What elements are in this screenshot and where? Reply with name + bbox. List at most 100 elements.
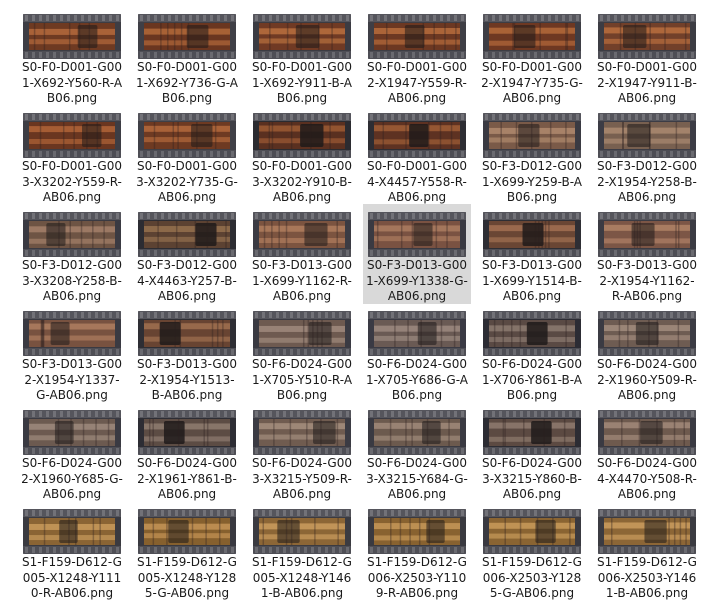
- file-name-label: S0-F6-D024-G003-X3215-Y860-B-AB06.png: [482, 456, 582, 501]
- image-thumbnail-icon: [368, 14, 466, 59]
- file-name-label: S1-F159-D612-G005-X1248-Y1110-R-AB06.png: [22, 555, 122, 600]
- file-item[interactable]: S0-F0-D001-G002-X1947-Y559-R-AB06.png: [363, 6, 471, 106]
- image-thumbnail-icon: [23, 509, 121, 554]
- image-thumbnail-icon: [23, 14, 121, 59]
- file-name-label: S0-F0-D001-G004-X4457-Y558-R-AB06.png: [367, 159, 467, 204]
- file-name-label: S0-F3-D013-G001-X699-Y1338-G-AB06.png: [366, 258, 468, 303]
- image-thumbnail-icon: [138, 311, 236, 356]
- file-name-label: S0-F3-D013-G001-X699-Y1162-R-AB06.png: [252, 258, 352, 303]
- image-thumbnail-icon: [483, 14, 581, 59]
- image-thumbnail-icon: [23, 212, 121, 257]
- file-name-label: S0-F0-D001-G002-X1947-Y735-G-AB06.png: [481, 60, 583, 105]
- image-thumbnail-icon: [138, 509, 236, 554]
- file-item[interactable]: S0-F6-D024-G002-X1960-Y509-R-AB06.png: [593, 303, 701, 403]
- file-name-label: S0-F6-D024-G001-X706-Y861-B-AB06.png: [481, 357, 583, 402]
- file-name-label: S1-F159-D612-G006-X2503-Y1109-R-AB06.png: [367, 555, 467, 600]
- file-name-label: S0-F3-D013-G002-X1954-Y1162-R-AB06.png: [597, 258, 697, 303]
- file-item[interactable]: S0-F6-D024-G002-X1960-Y685-G-AB06.png: [18, 402, 126, 502]
- file-name-label: S0-F0-D001-G002-X1947-Y911-B-AB06.png: [597, 60, 697, 105]
- file-item[interactable]: S1-F159-D612-G006-X2503-Y1461-B-AB06.png: [593, 501, 701, 601]
- image-thumbnail-icon: [598, 509, 696, 554]
- file-name-label: S0-F3-D012-G001-X699-Y259-B-AB06.png: [481, 159, 583, 204]
- image-thumbnail-icon: [598, 410, 696, 455]
- image-thumbnail-icon: [138, 410, 236, 455]
- file-item[interactable]: S0-F3-D013-G001-X699-Y1514-B-AB06.png: [478, 204, 586, 304]
- image-thumbnail-icon: [253, 14, 351, 59]
- file-name-label: S1-F159-D612-G005-X1248-Y1285-G-AB06.png: [137, 555, 237, 600]
- file-name-label: S0-F3-D013-G002-X1954-Y1337-G-AB06.png: [22, 357, 122, 402]
- file-item[interactable]: S0-F3-D013-G002-X1954-Y1162-R-AB06.png: [593, 204, 701, 304]
- file-name-label: S0-F3-D013-G002-X1954-Y1513-B-AB06.png: [137, 357, 237, 402]
- file-item[interactable]: S1-F159-D612-G005-X1248-Y1285-G-AB06.png: [133, 501, 241, 601]
- image-thumbnail-icon: [253, 212, 351, 257]
- file-item[interactable]: S1-F159-D612-G005-X1248-Y1110-R-AB06.png: [18, 501, 126, 601]
- image-thumbnail-icon: [253, 113, 351, 158]
- file-item[interactable]: S0-F6-D024-G002-X1961-Y861-B-AB06.png: [133, 402, 241, 502]
- file-item[interactable]: S0-F6-D024-G001-X705-Y686-G-AB06.png: [363, 303, 471, 403]
- image-thumbnail-icon: [483, 311, 581, 356]
- image-thumbnail-icon: [253, 410, 351, 455]
- file-item[interactable]: S0-F3-D013-G001-X699-Y1162-R-AB06.png: [248, 204, 356, 304]
- file-name-label: S0-F3-D012-G003-X3208-Y258-B-AB06.png: [22, 258, 122, 303]
- file-name-label: S0-F6-D024-G003-X3215-Y509-R-AB06.png: [252, 456, 352, 501]
- file-item[interactable]: S0-F3-D012-G004-X4463-Y257-B-AB06.png: [133, 204, 241, 304]
- file-item[interactable]: S0-F0-D001-G004-X4457-Y558-R-AB06.png: [363, 105, 471, 205]
- file-item[interactable]: S1-F159-D612-G006-X2503-Y1285-G-AB06.png: [478, 501, 586, 601]
- file-item[interactable]: S1-F159-D612-G006-X2503-Y1109-R-AB06.png: [363, 501, 471, 601]
- file-item[interactable]: S0-F3-D013-G002-X1954-Y1513-B-AB06.png: [133, 303, 241, 403]
- image-thumbnail-icon: [253, 311, 351, 356]
- file-item[interactable]: S0-F0-D001-G003-X3202-Y735-G-AB06.png: [133, 105, 241, 205]
- file-item[interactable]: S0-F3-D012-G002-X1954-Y258-B-AB06.png: [593, 105, 701, 205]
- file-name-label: S0-F3-D012-G002-X1954-Y258-B-AB06.png: [597, 159, 697, 204]
- file-name-label: S0-F6-D024-G003-X3215-Y684-G-AB06.png: [366, 456, 468, 501]
- file-item[interactable]: S0-F0-D001-G003-X3202-Y910-B-AB06.png: [248, 105, 356, 205]
- image-thumbnail-icon: [23, 410, 121, 455]
- file-name-label: S0-F0-D001-G001-X692-Y736-G-AB06.png: [136, 60, 238, 105]
- image-thumbnail-icon: [23, 311, 121, 356]
- image-thumbnail-icon: [138, 14, 236, 59]
- file-name-label: S0-F0-D001-G001-X692-Y911-B-AB06.png: [251, 60, 353, 105]
- file-item[interactable]: S0-F6-D024-G003-X3215-Y684-G-AB06.png: [363, 402, 471, 502]
- image-thumbnail-icon: [368, 509, 466, 554]
- file-name-label: S0-F6-D024-G004-X4470-Y508-R-AB06.png: [597, 456, 697, 501]
- image-thumbnail-icon: [598, 14, 696, 59]
- file-name-label: S0-F0-D001-G003-X3202-Y910-B-AB06.png: [252, 159, 352, 204]
- file-item[interactable]: S0-F0-D001-G003-X3202-Y559-R-AB06.png: [18, 105, 126, 205]
- file-item[interactable]: S0-F3-D013-G002-X1954-Y1337-G-AB06.png: [18, 303, 126, 403]
- image-thumbnail-icon: [483, 212, 581, 257]
- file-name-label: S0-F0-D001-G003-X3202-Y559-R-AB06.png: [22, 159, 122, 204]
- image-thumbnail-icon: [138, 212, 236, 257]
- image-thumbnail-icon: [253, 509, 351, 554]
- file-name-label: S1-F159-D612-G005-X1248-Y1461-B-AB06.png: [252, 555, 352, 600]
- file-item[interactable]: S0-F0-D001-G001-X692-Y911-B-AB06.png: [248, 6, 356, 106]
- file-item[interactable]: S0-F6-D024-G003-X3215-Y860-B-AB06.png: [478, 402, 586, 502]
- file-item[interactable]: S0-F3-D013-G001-X699-Y1338-G-AB06.png: [363, 204, 471, 304]
- image-thumbnail-icon: [483, 509, 581, 554]
- file-item[interactable]: S0-F0-D001-G001-X692-Y736-G-AB06.png: [133, 6, 241, 106]
- image-thumbnail-icon: [138, 113, 236, 158]
- file-name-label: S1-F159-D612-G006-X2503-Y1285-G-AB06.png: [482, 555, 582, 600]
- image-thumbnail-icon: [598, 113, 696, 158]
- file-item[interactable]: S0-F0-D001-G002-X1947-Y911-B-AB06.png: [593, 6, 701, 106]
- image-thumbnail-icon: [483, 113, 581, 158]
- image-thumbnail-icon: [368, 410, 466, 455]
- file-name-label: S0-F6-D024-G002-X1960-Y685-G-AB06.png: [21, 456, 123, 501]
- file-name-label: S0-F6-D024-G002-X1960-Y509-R-AB06.png: [597, 357, 697, 402]
- file-name-label: S0-F0-D001-G001-X692-Y560-R-AB06.png: [21, 60, 123, 105]
- file-name-label: S0-F6-D024-G002-X1961-Y861-B-AB06.png: [137, 456, 237, 501]
- file-name-label: S0-F3-D012-G004-X4463-Y257-B-AB06.png: [137, 258, 237, 303]
- file-item[interactable]: S0-F6-D024-G003-X3215-Y509-R-AB06.png: [248, 402, 356, 502]
- image-thumbnail-icon: [368, 311, 466, 356]
- file-item[interactable]: S0-F3-D012-G003-X3208-Y258-B-AB06.png: [18, 204, 126, 304]
- image-thumbnail-icon: [368, 212, 466, 257]
- file-item[interactable]: S0-F6-D024-G004-X4470-Y508-R-AB06.png: [593, 402, 701, 502]
- file-name-label: S0-F6-D024-G001-X705-Y510-R-AB06.png: [251, 357, 353, 402]
- file-item[interactable]: S0-F0-D001-G001-X692-Y560-R-AB06.png: [18, 6, 126, 106]
- file-item[interactable]: S0-F6-D024-G001-X706-Y861-B-AB06.png: [478, 303, 586, 403]
- file-item[interactable]: S0-F0-D001-G002-X1947-Y735-G-AB06.png: [478, 6, 586, 106]
- image-thumbnail-icon: [598, 311, 696, 356]
- file-item[interactable]: S0-F6-D024-G001-X705-Y510-R-AB06.png: [248, 303, 356, 403]
- file-item[interactable]: S0-F3-D012-G001-X699-Y259-B-AB06.png: [478, 105, 586, 205]
- file-item[interactable]: S1-F159-D612-G005-X1248-Y1461-B-AB06.png: [248, 501, 356, 601]
- file-name-label: S0-F6-D024-G001-X705-Y686-G-AB06.png: [366, 357, 468, 402]
